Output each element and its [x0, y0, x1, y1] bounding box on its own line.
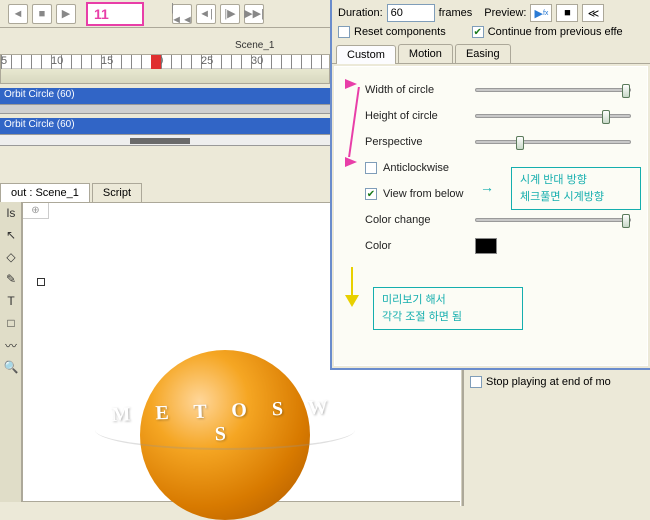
annotation-note-preview: 미리보기 해서 각각 조절 하면 됨	[373, 287, 523, 330]
canvas-anchor[interactable]	[37, 278, 45, 286]
stop-button[interactable]: ■	[32, 4, 52, 24]
perspective-label: Perspective	[365, 136, 475, 148]
play-button[interactable]: ▶	[56, 4, 76, 24]
annotation-arrow-cyan: →	[480, 179, 494, 195]
viewbelow-checkbox[interactable]: ✔	[365, 188, 377, 200]
playback-bar: ◄ ■ ▶ 11 |◄◄ ◄| |▶ ▶▶|	[0, 0, 330, 28]
goto-start-button[interactable]: |◄◄	[172, 4, 192, 24]
frames-label: frames	[439, 7, 473, 19]
shape-tool[interactable]: ◇	[1, 247, 21, 267]
document-tabs: out : Scene_1 Script	[0, 180, 330, 202]
layer-orbit-1[interactable]: Orbit Circle (60)	[0, 88, 330, 104]
height-slider[interactable]	[475, 114, 631, 118]
annotation-arrow-pink-2	[345, 157, 357, 167]
color-swatch[interactable]	[475, 238, 497, 254]
colorchange-label: Color change	[365, 214, 475, 226]
colorchange-slider[interactable]	[475, 218, 631, 222]
annotation-line-pink	[348, 87, 360, 157]
timeline-ruler[interactable]: 51015202530	[1, 55, 329, 69]
tools-header: ls	[1, 203, 21, 223]
effect-tabs: Custom Motion Easing	[332, 44, 650, 64]
tool-palette: ls ↖ ◇ ✎ T □ 〰 🔍	[0, 202, 22, 502]
anticlockwise-label: Anticlockwise	[383, 162, 493, 174]
rewind-button[interactable]: ◄	[8, 4, 28, 24]
stop-playing-checkbox[interactable]	[470, 376, 482, 388]
annotation-note-anticlockwise: 시계 반대 방향 체크풀면 시계방향	[511, 167, 641, 210]
brush-tool[interactable]: 〰	[1, 335, 21, 355]
selection-tool[interactable]: ↖	[1, 225, 21, 245]
preview-stop-button[interactable]: ■	[556, 4, 578, 22]
pen-tool[interactable]: ✎	[1, 269, 21, 289]
preview-rewind-button[interactable]: ≪	[582, 4, 604, 22]
tab-script[interactable]: Script	[92, 183, 142, 202]
width-slider[interactable]	[475, 88, 631, 92]
layer-strip-1	[0, 104, 330, 114]
layer-strip-2	[0, 134, 330, 146]
viewbelow-label: View from below	[383, 188, 493, 200]
scene-tab[interactable]: Scene_1	[235, 40, 274, 51]
orbit-text: M E T O S W S	[100, 400, 350, 460]
continue-label: Continue from previous effe	[488, 26, 623, 38]
duration-label: Duration:	[338, 7, 383, 19]
right-side-panel: Stop playing at end of mo	[462, 370, 650, 506]
canvas-origin: ⊕	[23, 203, 49, 219]
tab-easing[interactable]: Easing	[455, 44, 511, 63]
panel-body: → Width of circle Height of circle Persp…	[334, 66, 648, 366]
preview-play-button[interactable]: ▶fx	[530, 4, 552, 22]
annotation-arrow-yellow	[345, 267, 359, 307]
stop-playing-label: Stop playing at end of mo	[486, 376, 611, 388]
color-label: Color	[365, 240, 475, 252]
frame-counter: 11	[86, 2, 144, 26]
effect-panel: Duration: frames Preview: ▶fx ■ ≪ Reset …	[330, 0, 650, 370]
preview-label: Preview:	[484, 7, 526, 19]
goto-end-button[interactable]: ▶▶|	[244, 4, 264, 24]
reset-checkbox[interactable]	[338, 26, 350, 38]
anticlockwise-checkbox[interactable]	[365, 162, 377, 174]
zoom-tool[interactable]: 🔍	[1, 357, 21, 377]
height-label: Height of circle	[365, 110, 475, 122]
rect-tool[interactable]: □	[1, 313, 21, 333]
text-tool[interactable]: T	[1, 291, 21, 311]
tab-custom[interactable]: Custom	[336, 45, 396, 64]
playhead[interactable]	[151, 55, 161, 69]
perspective-slider[interactable]	[475, 140, 631, 144]
reset-label: Reset components	[354, 26, 446, 38]
continue-checkbox[interactable]: ✔	[472, 26, 484, 38]
annotation-arrow-pink-1	[345, 79, 357, 89]
tab-layout[interactable]: out : Scene_1	[0, 183, 90, 202]
timeline-track[interactable]	[1, 69, 329, 83]
duration-input[interactable]	[387, 4, 435, 22]
tab-motion[interactable]: Motion	[398, 44, 453, 63]
layer-orbit-2[interactable]: Orbit Circle (60)	[0, 118, 330, 134]
width-label: Width of circle	[365, 84, 475, 96]
timeline[interactable]: 51015202530	[0, 54, 330, 84]
step-fwd-button[interactable]: |▶	[220, 4, 240, 24]
panel-toolbar: Duration: frames Preview: ▶fx ■ ≪	[332, 0, 650, 26]
step-back-button[interactable]: ◄|	[196, 4, 216, 24]
